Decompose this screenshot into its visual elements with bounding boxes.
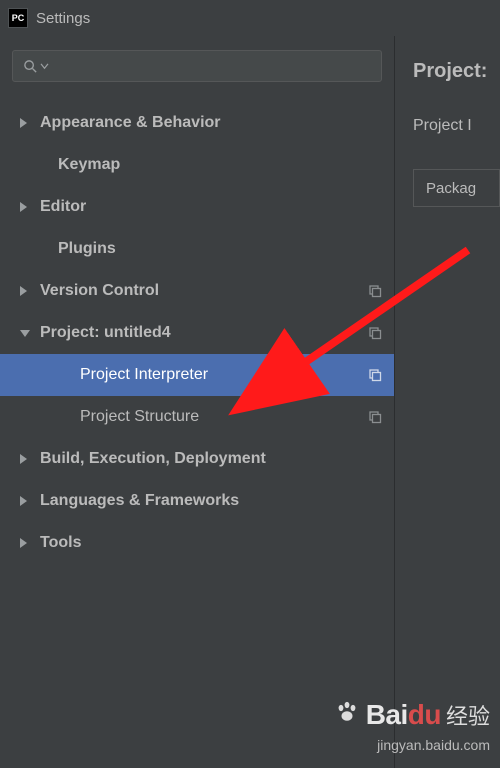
- chevron-right-icon: [20, 118, 27, 128]
- tree-item-label: Keymap: [58, 156, 120, 174]
- interpreter-label: Project I: [413, 117, 500, 135]
- tree-item-label: Project Structure: [80, 408, 199, 426]
- tree-item-label: Project: untitled4: [40, 324, 171, 342]
- tree-item-version-control[interactable]: Version Control: [0, 270, 394, 312]
- tree-item-editor[interactable]: Editor: [0, 186, 394, 228]
- chevron-right-icon: [20, 202, 27, 212]
- tree-item-label: Version Control: [40, 282, 159, 300]
- chevron-right-icon: [20, 496, 27, 506]
- tree-item-label: Languages & Frameworks: [40, 492, 239, 510]
- chevron-right-icon: [20, 538, 27, 548]
- tree-item-keymap[interactable]: Keymap: [0, 144, 394, 186]
- copy-icon: [368, 326, 382, 340]
- tree-item-label: Appearance & Behavior: [40, 114, 221, 132]
- tree-item-label: Plugins: [58, 240, 116, 258]
- window-title: Settings: [36, 10, 90, 27]
- chevron-down-icon: [20, 330, 30, 337]
- search-wrap: [0, 46, 394, 94]
- tree-item-plugins[interactable]: Plugins: [0, 228, 394, 270]
- tree-item-label: Editor: [40, 198, 86, 216]
- app-icon: PC: [8, 8, 28, 28]
- settings-sidebar: Appearance & Behavior Keymap Editor Plug…: [0, 36, 395, 768]
- search-icon: [23, 59, 38, 74]
- chevron-right-icon: [20, 454, 27, 464]
- tree-item-tools[interactable]: Tools: [0, 522, 394, 564]
- tree-item-label: Build, Execution, Deployment: [40, 450, 266, 468]
- packages-header[interactable]: Packag: [413, 169, 500, 207]
- titlebar: PC Settings: [0, 0, 500, 36]
- tree-item-project[interactable]: Project: untitled4: [0, 312, 394, 354]
- chevron-down-icon: [40, 63, 49, 70]
- tree-item-project-interpreter[interactable]: Project Interpreter: [0, 354, 394, 396]
- copy-icon: [368, 368, 382, 382]
- content-area: Appearance & Behavior Keymap Editor Plug…: [0, 36, 500, 768]
- tree-item-build[interactable]: Build, Execution, Deployment: [0, 438, 394, 480]
- tree-item-project-structure[interactable]: Project Structure: [0, 396, 394, 438]
- main-panel: Project: Project I Packag: [395, 36, 500, 768]
- tree-item-languages[interactable]: Languages & Frameworks: [0, 480, 394, 522]
- tree-item-appearance[interactable]: Appearance & Behavior: [0, 102, 394, 144]
- tree-item-label: Project Interpreter: [80, 366, 208, 384]
- main-heading: Project:: [413, 60, 500, 83]
- chevron-right-icon: [20, 286, 27, 296]
- settings-tree: Appearance & Behavior Keymap Editor Plug…: [0, 94, 394, 564]
- tree-item-label: Tools: [40, 534, 81, 552]
- search-input[interactable]: [12, 50, 382, 82]
- packages-header-label: Packag: [426, 180, 476, 197]
- copy-icon: [368, 410, 382, 424]
- copy-icon: [368, 284, 382, 298]
